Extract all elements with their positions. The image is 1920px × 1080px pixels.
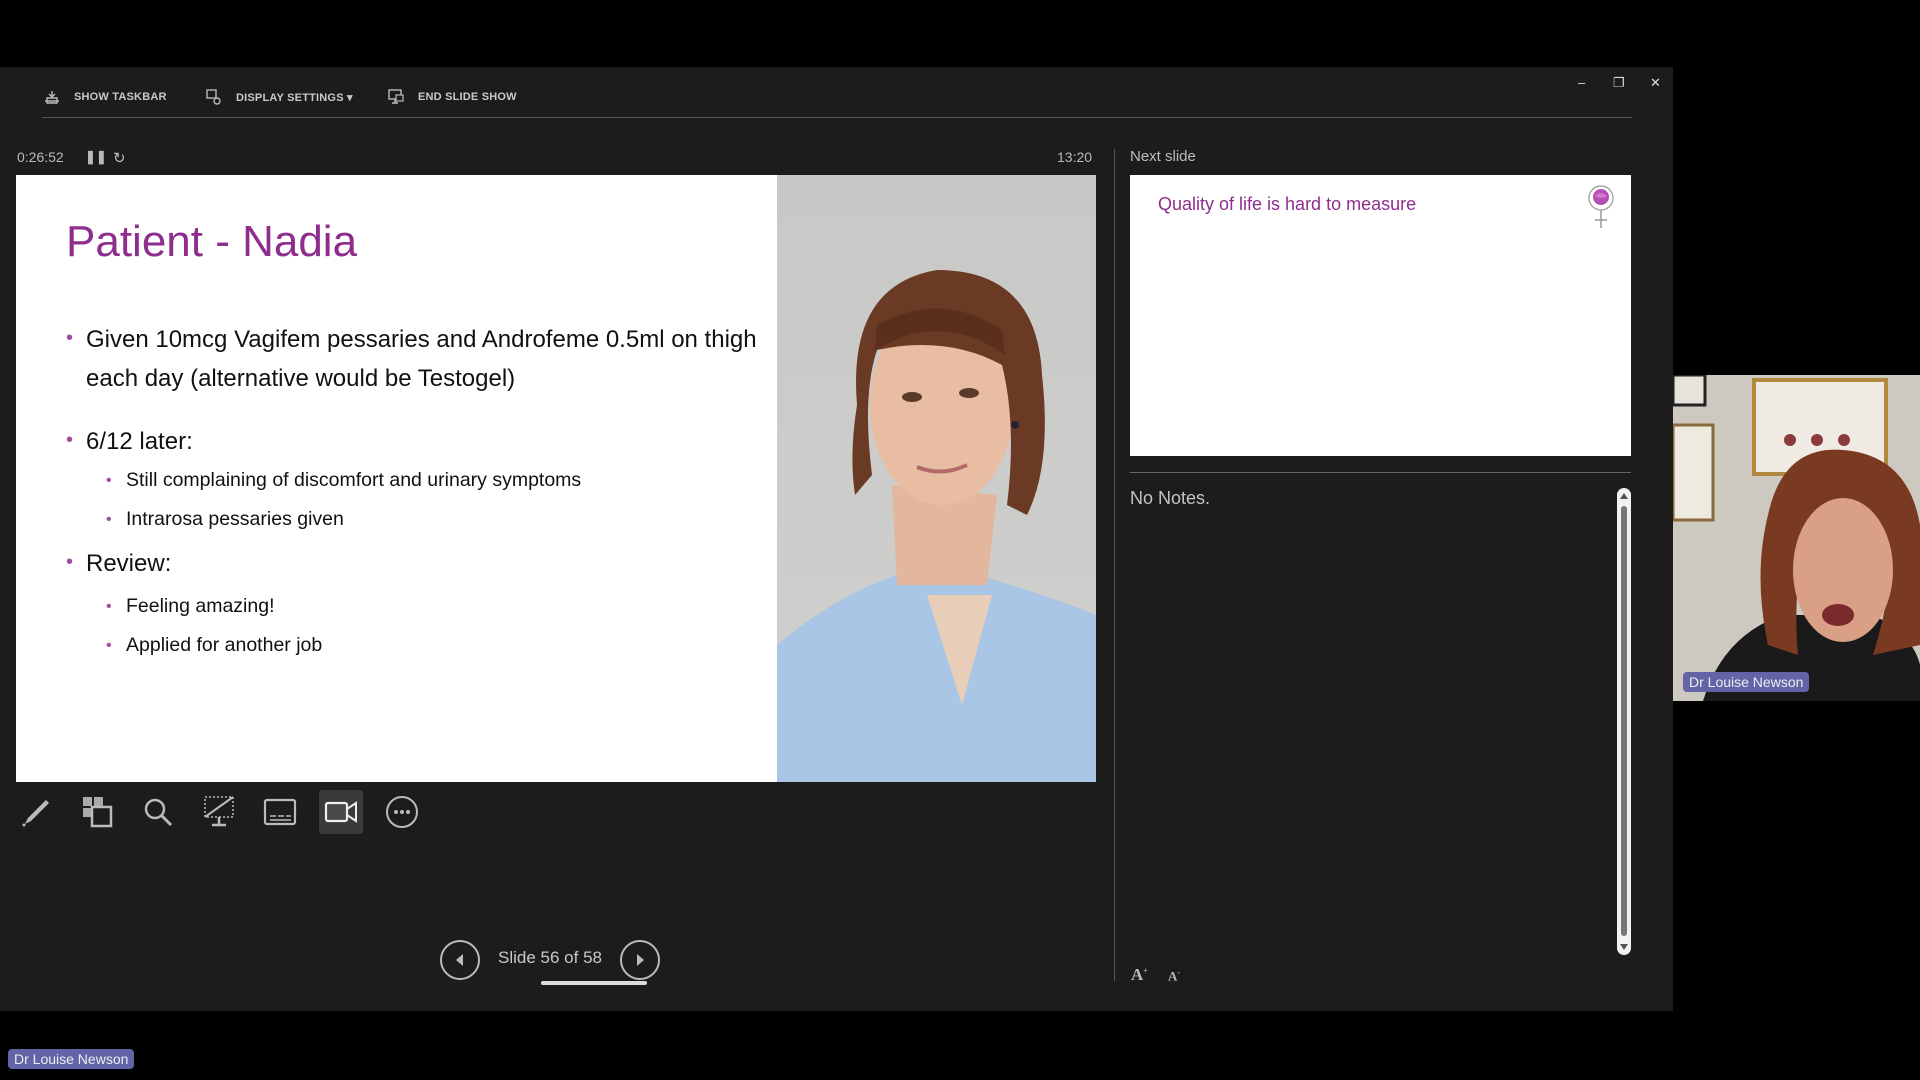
restart-timer-icon[interactable]: ↻: [113, 149, 126, 167]
taskbar-icon: [45, 91, 59, 104]
display-settings-button[interactable]: DISPLAY SETTINGS ▾: [206, 89, 353, 105]
slide-progress-bar: [541, 981, 647, 985]
notes-scrollbar[interactable]: [1617, 488, 1631, 955]
all-slides-icon: [83, 797, 113, 828]
minimize-button[interactable]: –: [1578, 75, 1585, 90]
bullet-item: Given 10mcg Vagifem pessaries and Androf…: [66, 319, 766, 398]
clock: 13:20: [1057, 149, 1093, 165]
scroll-down-arrow[interactable]: [1620, 944, 1628, 950]
previous-slide-button[interactable]: [440, 940, 480, 980]
pen-icon: [22, 800, 49, 827]
scroll-up-arrow[interactable]: [1620, 493, 1628, 499]
slide-bullets: Given 10mcg Vagifem pessaries and Androf…: [66, 319, 766, 665]
next-slide-title: Quality of life is hard to measure: [1158, 194, 1417, 214]
subtitles-button[interactable]: [258, 790, 302, 834]
scroll-thumb[interactable]: [1621, 506, 1627, 936]
pane-divider[interactable]: [1114, 149, 1115, 981]
notes-divider[interactable]: [1130, 472, 1631, 473]
next-slide-button[interactable]: [620, 940, 660, 980]
slide-tools: [14, 790, 424, 834]
arrow-right-icon: [637, 954, 644, 966]
bullet-item: Review:: [66, 543, 766, 583]
participant-video-feed: [1673, 375, 1920, 701]
bullet-item: 6/12 later:: [66, 421, 766, 461]
end-slide-show-button[interactable]: END SLIDE SHOW: [388, 89, 517, 105]
end-slide-show-label: END SLIDE SHOW: [418, 91, 517, 103]
slide-navigation: Slide 56 of 58: [440, 940, 660, 985]
increase-font-button[interactable]: A+: [1131, 965, 1148, 985]
video-participant-name: Dr Louise Newson: [1683, 672, 1810, 692]
sub-bullet-item: Intrarosa pessaries given: [66, 500, 766, 539]
speaker-notes: No Notes.: [1130, 488, 1211, 508]
end-show-icon: [388, 89, 404, 104]
video-camera-icon: [324, 801, 357, 823]
toolbar-divider: [42, 117, 1632, 118]
increase-font-icon: A: [1131, 965, 1144, 984]
subtitles-icon: [263, 798, 297, 826]
slide-counter[interactable]: Slide 56 of 58: [480, 948, 647, 985]
close-button[interactable]: ✕: [1650, 75, 1661, 91]
display-settings-icon: [206, 89, 221, 105]
more-icon: [386, 796, 418, 828]
restore-button[interactable]: ❐: [1613, 75, 1625, 91]
decrease-font-button[interactable]: A-: [1168, 968, 1180, 984]
more-options-button[interactable]: [380, 790, 424, 834]
decrease-font-icon: A: [1168, 968, 1178, 984]
arrow-left-icon: [456, 954, 463, 966]
sub-bullet-item: Still complaining of discomfort and urin…: [66, 461, 766, 500]
camera-toggle-button[interactable]: [319, 790, 363, 834]
black-screen-icon: [204, 796, 234, 827]
magnifier-icon: [144, 798, 173, 827]
see-all-slides-button[interactable]: [75, 790, 119, 834]
slide-title: Patient - Nadia: [66, 217, 358, 266]
show-taskbar-button[interactable]: SHOW TASKBAR: [44, 89, 167, 105]
zoom-slide-button[interactable]: [136, 790, 180, 834]
presenter-toolbar: SHOW TASKBAR DISPLAY SETTINGS ▾ END SLID…: [0, 67, 1673, 119]
display-settings-label: DISPLAY SETTINGS ▾: [236, 91, 353, 104]
black-screen-button[interactable]: [197, 790, 241, 834]
pause-timer-icon[interactable]: ❚❚: [85, 149, 107, 165]
female-rose-logo-icon: [1588, 185, 1614, 228]
participant-video: Dr Louise Newson: [1673, 375, 1920, 701]
sub-bullet-item: Applied for another job: [66, 626, 766, 665]
next-slide-preview[interactable]: Quality of life is hard to measure: [1130, 175, 1631, 456]
sub-bullet-item: Feeling amazing!: [66, 587, 766, 626]
slide-counter-label: Slide 56 of 58: [498, 948, 602, 967]
current-slide: Patient - Nadia Given 10mcg Vagifem pess…: [16, 175, 1096, 782]
screen-share-presenter-name: Dr Louise Newson: [8, 1049, 135, 1069]
presenter-view-window: SHOW TASKBAR DISPLAY SETTINGS ▾ END SLID…: [0, 67, 1673, 1011]
patient-photo: [777, 175, 1096, 782]
pen-tool-button[interactable]: [14, 790, 58, 834]
next-slide-label: Next slide: [1130, 148, 1196, 165]
show-taskbar-label: SHOW TASKBAR: [74, 91, 167, 103]
elapsed-timer: 0:26:52: [17, 149, 64, 165]
